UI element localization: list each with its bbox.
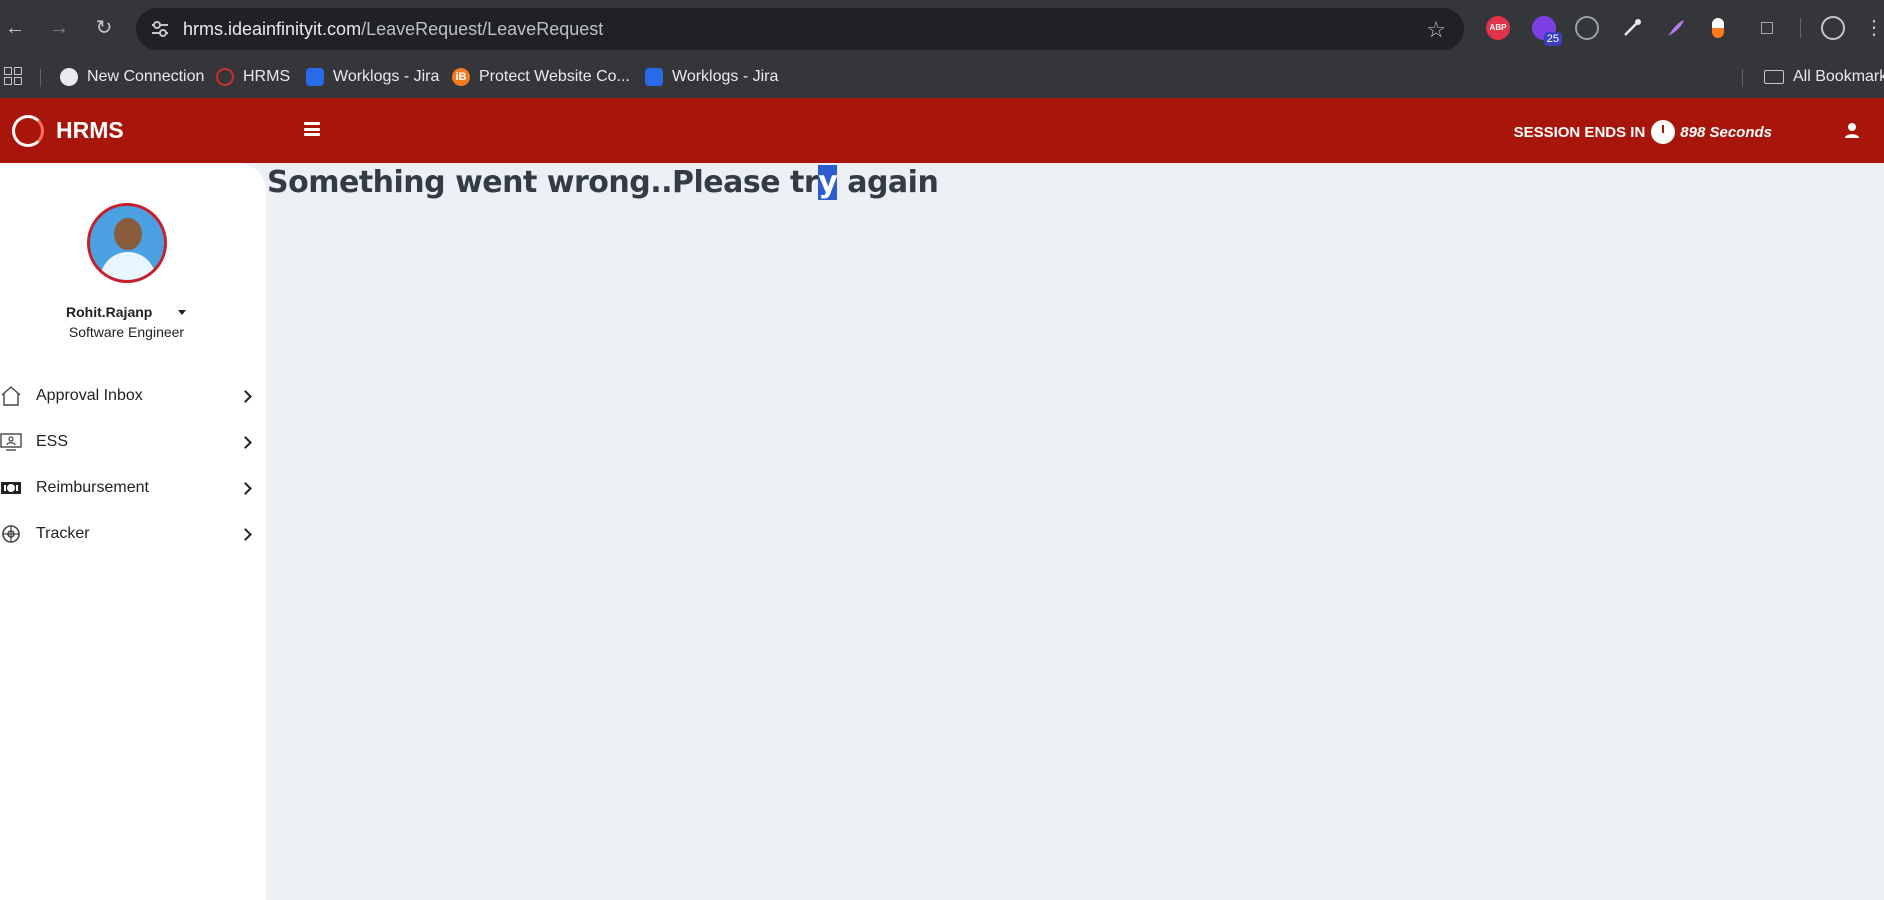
error-message: Something went wrong..Please try again — [267, 165, 939, 200]
brand-title[interactable]: HRMS — [56, 117, 124, 144]
avatar-body — [100, 252, 156, 280]
bookmarks-bar: New Connection HRMS Worklogs - Jira iB P… — [0, 56, 1884, 98]
chevron-right-icon — [239, 389, 252, 403]
hamburger-menu-icon[interactable] — [304, 122, 320, 136]
chevron-right-icon — [239, 481, 252, 495]
session-label: SESSION ENDS IN — [1513, 123, 1646, 141]
all-bookmarks-label: All Bookmarks — [1793, 68, 1884, 85]
sidebar-item-label: Tracker — [36, 525, 90, 542]
extension-badge-icon[interactable]: 25 — [1532, 16, 1562, 46]
user-dropdown-caret-icon[interactable] — [178, 310, 186, 315]
error-text-after: again — [837, 165, 939, 200]
back-icon[interactable]: ← — [3, 16, 27, 40]
bookmark-hrms[interactable]: HRMS — [216, 66, 290, 88]
sidebar-item-ess[interactable]: ESS — [0, 424, 260, 460]
toolbar-divider — [1800, 18, 1801, 38]
session-seconds: 898 Seconds — [1680, 123, 1772, 141]
all-bookmarks[interactable]: All Bookmarks — [1764, 66, 1884, 88]
bookmark-label: Worklogs - Jira — [672, 68, 779, 85]
chevron-right-icon — [239, 435, 252, 449]
bookmarks-divider — [1742, 69, 1743, 87]
bookmarks-divider — [40, 69, 41, 87]
kebab-menu-icon[interactable]: ⋮ — [1864, 16, 1884, 40]
session-timer: SESSION ENDS IN 898 Seconds — [1514, 120, 1772, 144]
sidebar-item-label: Approval Inbox — [36, 387, 143, 404]
error-text-before: Something went wrong..Please tr — [267, 165, 819, 200]
ib-icon: iB — [452, 68, 470, 86]
extension-badge-count: 25 — [1543, 32, 1562, 46]
app-header: HRMS SESSION ENDS IN 898 Seconds — [0, 98, 1884, 163]
hrms-logo-icon[interactable] — [12, 115, 44, 147]
bookmark-new-connection[interactable]: New Connection — [60, 66, 204, 88]
address-bar[interactable]: hrms.ideainfinityit.com/LeaveRequest/Lea… — [136, 8, 1464, 50]
jira-icon — [306, 68, 324, 86]
profile-icon[interactable] — [1821, 16, 1845, 40]
bookmark-worklogs-jira[interactable]: Worklogs - Jira — [306, 66, 439, 88]
hrms-logo-icon — [216, 68, 234, 86]
user-role: Software Engineer — [68, 324, 185, 340]
gear-icon — [2, 525, 20, 543]
avatar-head — [114, 218, 142, 250]
globe-icon — [60, 68, 78, 86]
bookmark-star-icon[interactable]: ☆ — [1426, 17, 1446, 43]
bookmark-label: New Connection — [87, 68, 205, 85]
error-text-selected: y — [818, 165, 838, 200]
sidebar-item-approval-inbox[interactable]: Approval Inbox — [0, 378, 260, 414]
browser-toolbar: ← → ↻ hrms.ideainfinityit.com/LeaveReque… — [0, 0, 1884, 56]
bookmark-label: HRMS — [243, 68, 291, 85]
bookmark-worklogs-jira-2[interactable]: Worklogs - Jira — [645, 66, 778, 88]
jira-icon — [645, 68, 663, 86]
sidebar: Rohit.Rajanp Software Engineer Approval … — [0, 163, 266, 900]
main-content: Something went wrong..Please try again — [266, 163, 1884, 900]
adblock-plus-icon[interactable]: ABP — [1486, 16, 1510, 40]
sidebar-item-tracker[interactable]: Tracker — [0, 516, 260, 552]
extensions-puzzle-icon[interactable]: □ — [1755, 16, 1779, 40]
bookmark-label: Worklogs - Jira — [333, 68, 440, 85]
bookmark-protect-website[interactable]: iB Protect Website Co... — [452, 66, 630, 88]
user-icon[interactable] — [1844, 122, 1860, 138]
user-name[interactable]: Rohit.Rajanp — [66, 304, 152, 320]
forward-icon[interactable]: → — [47, 16, 71, 40]
chevron-right-icon — [239, 527, 252, 541]
feather-icon[interactable] — [1664, 16, 1688, 40]
avatar[interactable] — [87, 203, 167, 283]
reload-icon[interactable]: ↻ — [92, 16, 116, 40]
sidebar-item-reimbursement[interactable]: Reimbursement — [0, 470, 260, 506]
stopwatch-icon — [1651, 120, 1676, 144]
monitor-user-icon — [0, 433, 22, 451]
sidebar-item-label: ESS — [36, 433, 69, 450]
url-text[interactable]: hrms.ideainfinityit.com/LeaveRequest/Lea… — [183, 19, 603, 40]
home-icon — [1, 386, 21, 406]
eyedropper-icon[interactable] — [1620, 16, 1644, 40]
apps-grid-icon[interactable] — [4, 67, 22, 85]
sidebar-item-label: Reimbursement — [36, 479, 149, 496]
cash-icon — [1, 482, 21, 494]
url-path: /LeaveRequest/LeaveRequest — [361, 19, 604, 39]
capsule-icon[interactable] — [1712, 18, 1724, 38]
site-settings-icon[interactable] — [150, 19, 170, 39]
compass-icon[interactable] — [1575, 16, 1599, 40]
bookmark-label: Protect Website Co... — [479, 68, 630, 85]
folder-icon — [1764, 70, 1784, 84]
url-host: hrms.ideainfinityit.com — [183, 19, 362, 39]
